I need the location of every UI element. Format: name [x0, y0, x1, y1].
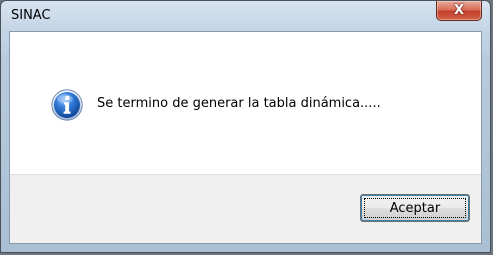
information-icon [51, 89, 83, 121]
close-icon: X [453, 3, 465, 18]
window-title: SINAC [11, 8, 51, 23]
dialog-message: Se termino de generar la tabla dinámica.… [97, 96, 381, 111]
close-button[interactable]: X [436, 1, 482, 21]
aceptar-button[interactable]: Aceptar [360, 194, 470, 222]
dialog-window: SINAC X Se termino de generar la tabla d… [0, 0, 491, 253]
title-bar[interactable]: SINAC X [1, 1, 490, 31]
message-area: Se termino de generar la tabla dinámica.… [10, 32, 481, 174]
button-bar: Aceptar [10, 174, 481, 243]
aceptar-button-label: Aceptar [389, 200, 441, 216]
dialog-client-area: Se termino de generar la tabla dinámica.… [9, 31, 482, 244]
